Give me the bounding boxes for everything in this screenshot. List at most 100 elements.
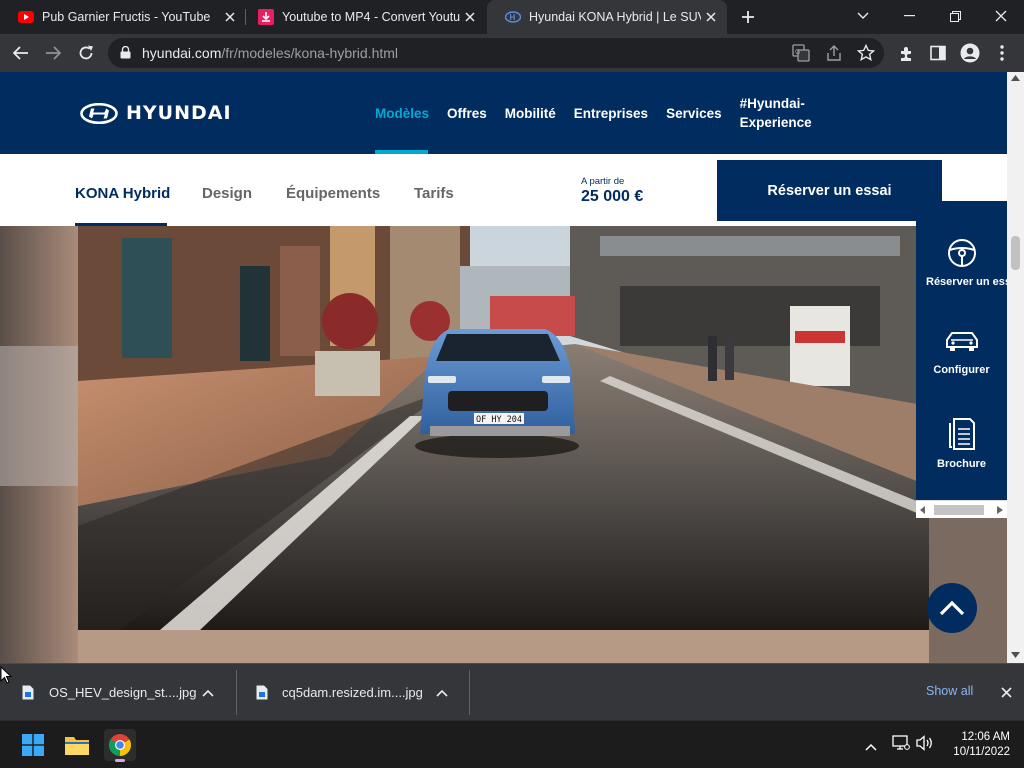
network-icon[interactable] [892, 735, 910, 756]
steering-wheel-icon [947, 239, 976, 267]
car-configure-icon [945, 332, 978, 351]
side-panel-icon[interactable] [926, 41, 950, 65]
translate-icon[interactable]: G [792, 44, 810, 67]
tab-search-button[interactable] [840, 0, 886, 32]
tab-strip: Pub Garnier Fructis - YouTube Youtube to… [0, 0, 1024, 34]
back-to-top-button[interactable] [927, 583, 977, 633]
quick-action-label: Configurer [933, 364, 990, 376]
clock-time: 12:06 AM [961, 731, 1010, 743]
profile-avatar-icon[interactable] [958, 41, 982, 65]
windows-taskbar: 12:06 AM 10/11/2022 [0, 720, 1024, 768]
close-tab-icon[interactable] [460, 7, 480, 27]
nav-modeles[interactable]: Modèles [375, 104, 429, 123]
windows-start-icon[interactable] [17, 729, 49, 761]
download-item[interactable]: cq5dam.resized.im....jpg [256, 664, 448, 721]
address-bar[interactable]: hyundai.com/fr/modeles/kona-hybrid.html … [108, 38, 884, 68]
extensions-icon[interactable] [894, 41, 918, 65]
restore-button[interactable] [932, 0, 978, 32]
lock-icon[interactable] [120, 45, 131, 64]
share-icon[interactable] [825, 44, 843, 67]
url-text[interactable]: hyundai.com/fr/modeles/kona-hybrid.html [142, 45, 398, 61]
url-domain: hyundai.com [142, 45, 222, 61]
reload-button[interactable] [74, 41, 98, 65]
volume-icon[interactable] [916, 735, 934, 756]
page-viewport: HYUNDAI Modèles Offres Mobilité Entrepri… [0, 72, 1007, 663]
page-scrollbar[interactable] [1007, 72, 1024, 663]
show-hidden-icons-chevron-icon[interactable] [865, 738, 877, 756]
nav-offres[interactable]: Offres [447, 104, 487, 123]
mouse-cursor-icon [0, 666, 12, 684]
quick-action-label: Brochure [937, 458, 986, 470]
quick-action-test-drive[interactable]: Réserver un essai [916, 237, 1007, 288]
quick-action-brochure[interactable]: Brochure [916, 417, 1007, 470]
close-window-button[interactable] [978, 0, 1024, 32]
chevron-up-icon [939, 600, 965, 616]
quick-actions-scrollbar[interactable] [916, 500, 1007, 518]
menu-kebab-icon[interactable] [990, 41, 1014, 65]
scroll-right-icon[interactable] [997, 506, 1003, 514]
close-tab-icon[interactable] [220, 7, 240, 27]
download-item[interactable]: OS_HEV_design_st....jpg [22, 664, 214, 721]
quick-action-configure[interactable]: Configurer [916, 327, 1007, 376]
download-favicon [258, 9, 274, 25]
minimize-button[interactable] [886, 0, 932, 32]
youtube-icon [18, 9, 34, 25]
subnav-design[interactable]: Design [202, 185, 252, 202]
browser-toolbar: hyundai.com/fr/modeles/kona-hybrid.html … [0, 34, 1024, 72]
back-button[interactable] [9, 41, 33, 65]
tab-title: Pub Garnier Fructis - YouTube [42, 10, 211, 24]
file-icon [22, 685, 34, 700]
tab-youtube-mp4[interactable]: Youtube to MP4 - Convert Youtube [240, 0, 486, 34]
download-filename: OS_HEV_design_st....jpg [49, 685, 197, 700]
quick-actions-panel: Réserver un essai Configurer Brochure [916, 201, 1007, 518]
tab-youtube[interactable]: Pub Garnier Fructis - YouTube [0, 0, 246, 34]
subnav-tarifs[interactable]: Tarifs [414, 185, 454, 202]
chevron-up-icon[interactable] [436, 689, 448, 697]
svg-text:H: H [510, 13, 516, 22]
file-icon [256, 685, 268, 700]
file-explorer-icon[interactable] [61, 729, 93, 761]
scroll-thumb[interactable] [1011, 236, 1020, 270]
brochure-icon [948, 418, 975, 450]
scroll-up-icon[interactable] [1011, 75, 1020, 81]
price-prefix: A partir de [581, 176, 625, 187]
chrome-taskbar-icon[interactable] [104, 729, 136, 762]
main-nav: Modèles Offres Mobilité Entreprises Serv… [375, 72, 836, 154]
brand-wordmark: HYUNDAI [126, 102, 232, 124]
url-path: /fr/modeles/kona-hybrid.html [221, 45, 399, 61]
site-header: HYUNDAI Modèles Offres Mobilité Entrepri… [0, 72, 1007, 154]
clock-date: 10/11/2022 [953, 746, 1010, 758]
scroll-left-icon[interactable] [920, 506, 926, 514]
scroll-down-icon[interactable] [1011, 652, 1020, 658]
nav-hyundai-experience[interactable]: #Hyundai-Experience [740, 94, 818, 132]
hero-street-scene: OF HY 204 [0, 226, 1007, 663]
nav-entreprises[interactable]: Entreprises [574, 104, 648, 123]
tab-hyundai[interactable]: H Hyundai KONA Hybrid | Le SUV Hybride [487, 0, 727, 34]
subnav-equipements[interactable]: Équipements [286, 185, 380, 202]
close-tab-icon[interactable] [701, 7, 721, 27]
model-subnav: KONA Hybrid Design Équipements Tarifs A … [0, 154, 1007, 226]
nav-mobilite[interactable]: Mobilité [505, 104, 556, 123]
new-tab-button[interactable] [737, 6, 759, 28]
nav-services[interactable]: Services [666, 104, 722, 123]
show-all-downloads-link[interactable]: Show all [926, 684, 973, 698]
subnav-kona-hybrid[interactable]: KONA Hybrid [75, 185, 170, 202]
svg-text:G: G [795, 49, 800, 56]
hyundai-logo[interactable]: HYUNDAI [80, 102, 232, 124]
license-plate: OF HY 204 [476, 415, 522, 425]
hyundai-emblem-icon [80, 102, 118, 124]
taskbar-clock[interactable]: 12:06 AM 10/11/2022 [940, 730, 1010, 760]
chevron-up-icon[interactable] [202, 689, 214, 697]
bookmark-star-icon[interactable] [856, 43, 876, 67]
hero-image: OF HY 204 [0, 226, 1007, 663]
tab-title: Youtube to MP4 - Convert Youtube [282, 10, 460, 24]
close-downloads-icon[interactable] [997, 683, 1015, 701]
hyundai-favicon: H [505, 9, 521, 25]
quick-action-label: Réserver un essai [926, 276, 1007, 288]
download-filename: cq5dam.resized.im....jpg [282, 685, 423, 700]
downloads-bar: OS_HEV_design_st....jpg cq5dam.resized.i… [0, 663, 1024, 720]
scroll-thumb[interactable] [934, 505, 984, 515]
price-value: 25 000 € [581, 188, 644, 205]
reserve-test-drive-button[interactable]: Réserver un essai [717, 160, 942, 221]
forward-button[interactable] [41, 41, 65, 65]
